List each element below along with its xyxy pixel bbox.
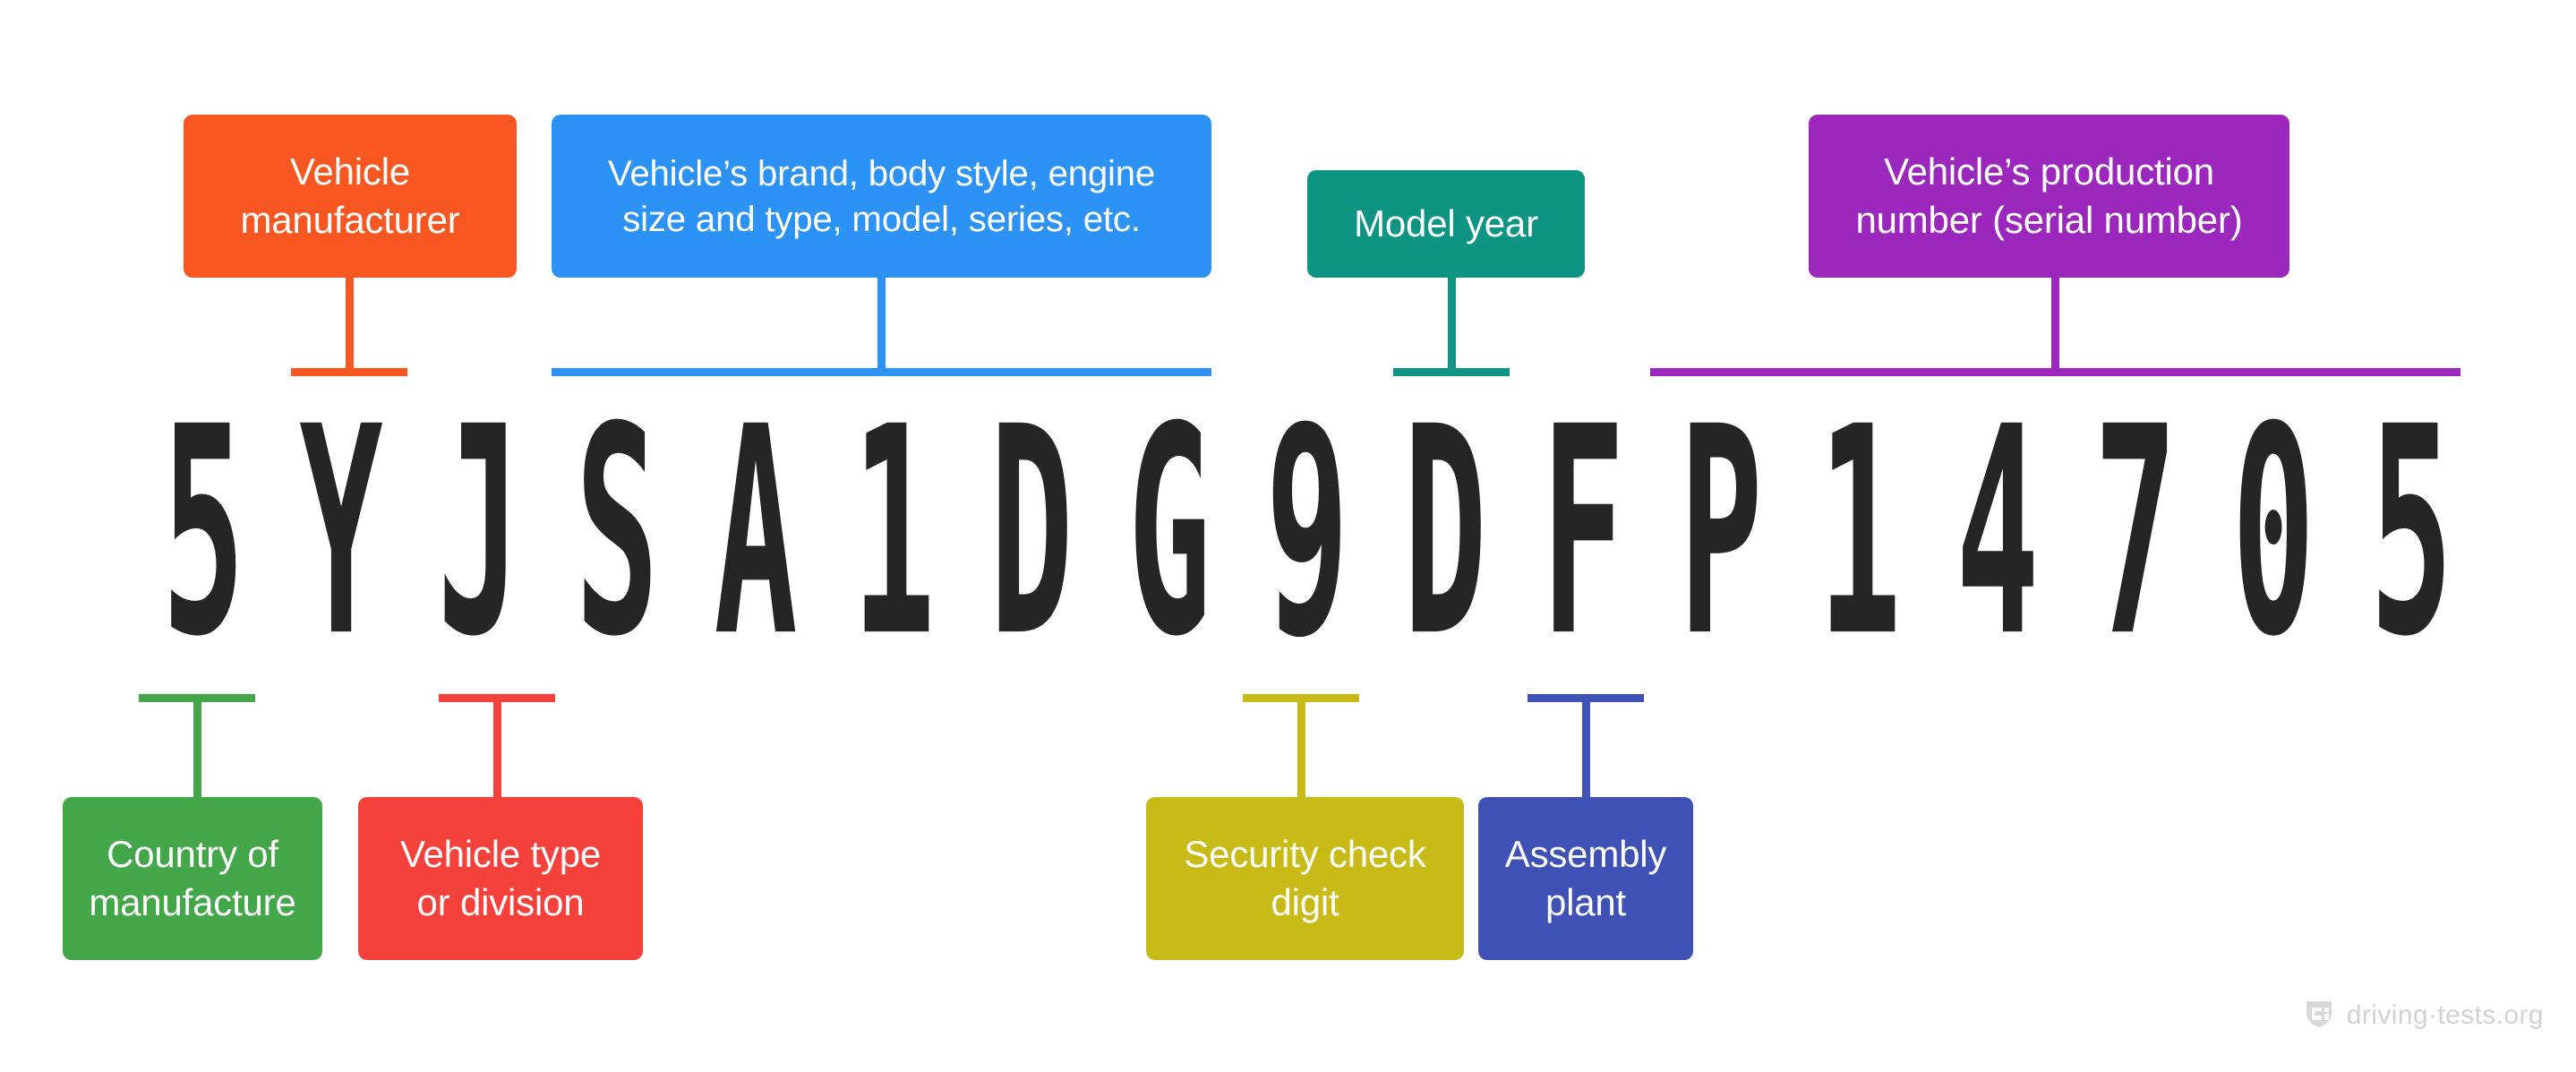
connector-stem (193, 694, 201, 797)
vin-character: F (1541, 365, 1625, 699)
connector-stem (345, 278, 354, 376)
connector-production-number (1650, 278, 2460, 376)
callout-label: Security check digit (1184, 833, 1426, 923)
vin-character: 0 (2231, 365, 2315, 699)
vin-character: 5 (2369, 365, 2453, 699)
connector-vehicle-type-or-division (439, 694, 555, 797)
vin-character: S (575, 365, 660, 699)
callout-label: Vehicle’s brand, body style, engine size… (607, 152, 1156, 239)
vin-character: 1 (852, 365, 936, 699)
callout-vehicle-descriptor: Vehicle’s brand, body style, engine size… (552, 115, 1211, 278)
vin-character: G (1127, 365, 1211, 699)
callout-production-number: Vehicle’s production number (serial numb… (1809, 115, 2289, 278)
connector-vehicle-descriptor (552, 278, 1211, 376)
vin-character: 1 (1817, 365, 1902, 699)
callout-label: Vehicle’s production number (serial numb… (1855, 150, 2243, 241)
vin-character: P (1679, 365, 1764, 699)
connector-bar (1528, 694, 1644, 702)
callout-label: Assembly plant (1504, 833, 1667, 923)
vin-character: 9 (1265, 365, 1349, 699)
callout-label: Model year (1354, 202, 1538, 245)
connector-bar (1243, 694, 1359, 702)
connector-country-of-manufacture (139, 694, 255, 797)
callout-vehicle-manufacturer: Vehicle manufacturer (184, 115, 517, 278)
callout-label: Vehicle type or division (399, 833, 602, 923)
connector-bar (1650, 368, 2460, 376)
connector-stem (492, 694, 501, 797)
connector-bar (439, 694, 555, 702)
connector-stem (1581, 694, 1590, 797)
vin-string: 5YJSA1DG9DFP14705 (134, 385, 2480, 681)
vin-diagram: Vehicle manufacturer Vehicle’s brand, bod… (0, 0, 2576, 1072)
vin-character: 7 (2093, 365, 2178, 699)
connector-stem (1447, 278, 1456, 376)
connector-vehicle-manufacturer (291, 278, 407, 376)
vin-character: Y (299, 365, 383, 699)
connector-stem (877, 278, 886, 376)
callout-vehicle-type-or-division: Vehicle type or division (358, 797, 643, 960)
vin-character: 5 (161, 365, 245, 699)
connector-bar (139, 694, 255, 702)
callout-model-year: Model year (1307, 170, 1585, 278)
site-watermark: driving·tests.org (2304, 998, 2544, 1033)
vin-character: A (713, 365, 798, 699)
connector-model-year (1393, 278, 1510, 376)
watermark-text: driving·tests.org (2346, 999, 2544, 1030)
callout-label: Country of manufacture (89, 833, 296, 923)
vin-character: 4 (1956, 365, 2040, 699)
vin-character: J (437, 365, 521, 699)
vin-character: D (989, 365, 1074, 699)
connector-stem (2051, 278, 2059, 376)
connector-security-check-digit (1243, 694, 1359, 797)
connector-stem (1297, 694, 1305, 797)
connector-assembly-plant (1528, 694, 1644, 797)
callout-country-of-manufacture: Country of manufacture (63, 797, 322, 960)
callout-label: Vehicle manufacturer (240, 150, 460, 241)
callout-assembly-plant: Assembly plant (1478, 797, 1693, 960)
vin-character: D (1403, 365, 1487, 699)
callout-security-check-digit: Security check digit (1146, 797, 1464, 960)
driving-tests-logo-icon (2304, 998, 2334, 1033)
